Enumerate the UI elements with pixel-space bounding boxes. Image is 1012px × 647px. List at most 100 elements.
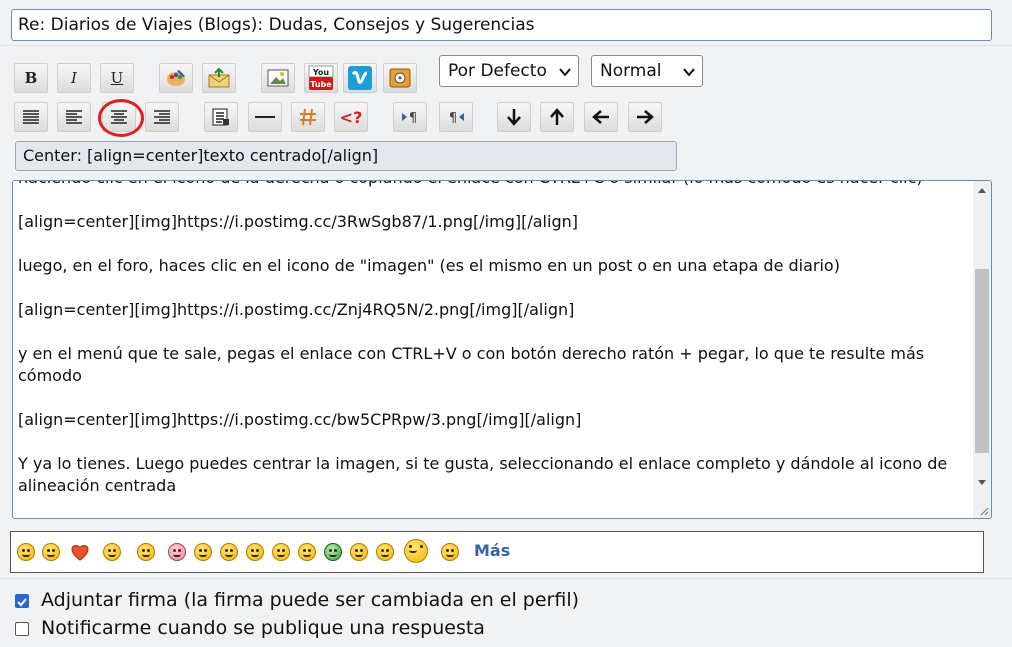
media-button[interactable] [383, 63, 417, 93]
angry-smiley-icon[interactable] [376, 543, 394, 561]
signature-label[interactable]: Adjuntar firma (la firma puede ser cambi… [41, 589, 579, 611]
underline-button[interactable]: U [100, 63, 134, 93]
blush-smiley-icon[interactable] [168, 543, 186, 561]
arrow-right-button[interactable] [628, 102, 662, 132]
image-icon [267, 69, 289, 87]
divider [0, 578, 1012, 579]
text-line: [align=center][img]https://i.postimg.cc/… [18, 300, 575, 319]
horizontal-line-icon [255, 116, 275, 118]
hash-icon [300, 108, 316, 126]
image-button[interactable] [261, 63, 295, 93]
heart-icon[interactable] [69, 542, 91, 562]
laugh-smiley-icon[interactable] [298, 543, 316, 561]
quote-button[interactable] [202, 63, 236, 93]
arrow-down-button[interactable] [497, 102, 531, 132]
arrow-down-icon [507, 109, 521, 126]
divider [0, 45, 1012, 46]
cool-smiley-icon[interactable] [272, 543, 290, 561]
color-palette-button[interactable] [159, 63, 193, 93]
sick-smiley-icon[interactable] [324, 543, 342, 561]
align-left-icon [66, 110, 82, 124]
svg-text:¶: ¶ [449, 111, 457, 125]
spoiler-button[interactable]: <? [334, 102, 368, 132]
message-text: haciendo clic en el icono de la derecha … [18, 181, 966, 497]
text-line: luego, en el foro, haces clic en el icon… [18, 256, 840, 275]
more-smilies-link[interactable]: Más [474, 541, 510, 560]
spoiler-icon: <? [340, 108, 363, 126]
eek-smiley-icon[interactable] [246, 543, 264, 561]
align-right-icon [154, 110, 170, 124]
ltr-icon: ¶ [402, 111, 417, 125]
arrow-left-icon [592, 110, 609, 124]
scrollbar[interactable] [973, 181, 991, 518]
subject-input[interactable]: Re: Diarios de Viajes (Blogs): Dudas, Co… [11, 9, 992, 41]
code-button[interactable] [204, 102, 238, 132]
vimeo-button[interactable] [343, 63, 377, 93]
grin-smiley-icon[interactable] [17, 543, 35, 561]
sad-smiley-icon[interactable] [194, 543, 212, 561]
wink-smiley-icon[interactable] [441, 543, 459, 561]
rtl-button[interactable]: ¶ [439, 102, 473, 132]
signature-checkbox[interactable] [15, 594, 29, 608]
italic-button[interactable]: I [57, 63, 91, 93]
bold-button[interactable]: B [14, 63, 48, 93]
hashtag-button[interactable] [291, 102, 325, 132]
svg-text:¶: ¶ [409, 111, 417, 125]
smilies-bar: Más [10, 531, 984, 573]
horizontal-rule-button[interactable] [248, 102, 282, 132]
svg-text:You: You [312, 68, 330, 77]
arrow-right-icon [637, 110, 654, 124]
resize-handle-icon [980, 507, 989, 516]
scroll-down-icon [978, 480, 986, 485]
vimeo-icon [348, 66, 372, 90]
list-icon [212, 108, 229, 126]
youtube-icon: You Tube [308, 65, 334, 90]
text-line: [align=center][img]https://i.postimg.cc/… [18, 410, 582, 429]
crying-smiley-icon[interactable] [103, 543, 121, 561]
text-line: Y ya lo tienes. Luego puedes centrar la … [18, 454, 948, 495]
align-left-button[interactable] [57, 102, 91, 132]
chevron-down-icon [559, 68, 571, 77]
palette-icon [167, 70, 185, 86]
arrow-left-button[interactable] [584, 102, 618, 132]
scrollbar-thumb[interactable] [975, 269, 989, 453]
size-select-value: Normal [600, 61, 662, 81]
font-select-value: Por Defecto [448, 61, 547, 81]
justify-button[interactable] [14, 102, 48, 132]
media-icon [389, 68, 411, 88]
smile-smiley-icon[interactable] [42, 543, 60, 561]
notify-checkbox[interactable] [15, 622, 29, 636]
devil-smiley-icon[interactable] [350, 543, 368, 561]
size-select[interactable]: Normal [591, 55, 703, 87]
italic-label: I [71, 69, 77, 87]
confused-smiley-icon[interactable] [220, 543, 238, 561]
help-line: Center: [align=center]texto centrado[/al… [15, 141, 677, 171]
text-line: haciendo clic en el icono de la derecha … [18, 181, 966, 189]
rtl-icon: ¶ [449, 111, 464, 125]
arrow-up-icon [550, 108, 564, 125]
check-icon [17, 598, 27, 607]
svg-text:<?: <? [340, 108, 363, 126]
font-select[interactable]: Por Defecto [439, 55, 579, 87]
envelope-icon [208, 68, 230, 88]
notify-label[interactable]: Notificarme cuando se publique una respu… [41, 617, 485, 639]
align-right-button[interactable] [145, 102, 179, 132]
youtube-button[interactable]: You Tube [304, 63, 338, 93]
ltr-button[interactable]: ¶ [393, 102, 427, 132]
chevron-down-icon [683, 68, 695, 77]
underline-label: U [110, 69, 124, 87]
bold-label: B [24, 69, 38, 87]
message-textarea[interactable]: haciendo clic en el icono de la derecha … [12, 180, 992, 519]
text-line: y en el menú que te sale, pegas el enlac… [18, 344, 925, 385]
arrow-up-button[interactable] [540, 102, 574, 132]
svg-text:Tube: Tube [310, 80, 332, 89]
scroll-up-icon [978, 188, 986, 193]
flower-smiley-icon[interactable] [137, 543, 155, 561]
thinking-smiley-icon[interactable] [404, 539, 428, 563]
